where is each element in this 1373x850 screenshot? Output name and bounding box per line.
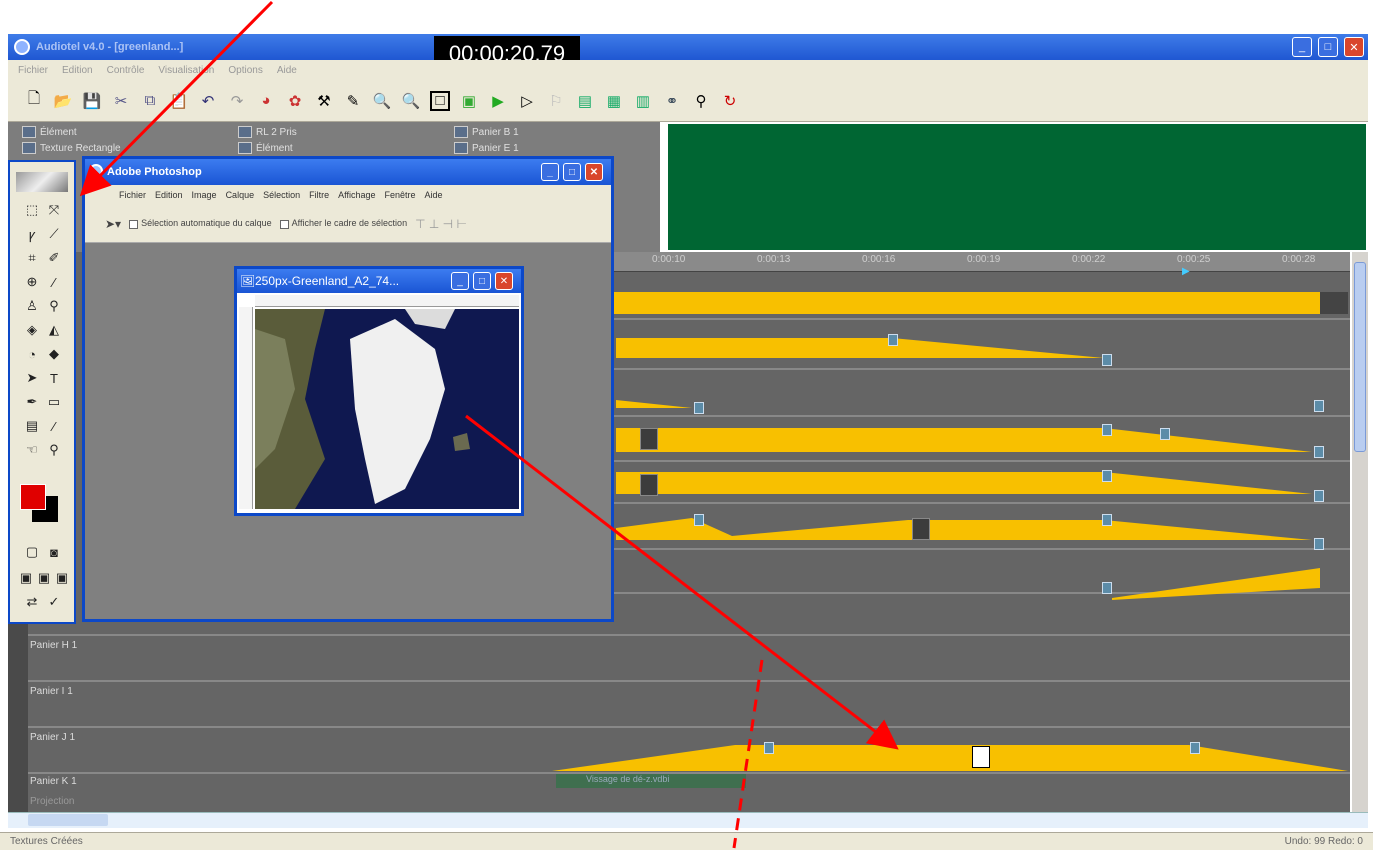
annotation-overlay — [79, 0, 899, 849]
annotation-dashed-line — [732, 659, 764, 849]
annotation-arrow — [465, 414, 899, 750]
annotation-arrow — [79, 0, 274, 197]
